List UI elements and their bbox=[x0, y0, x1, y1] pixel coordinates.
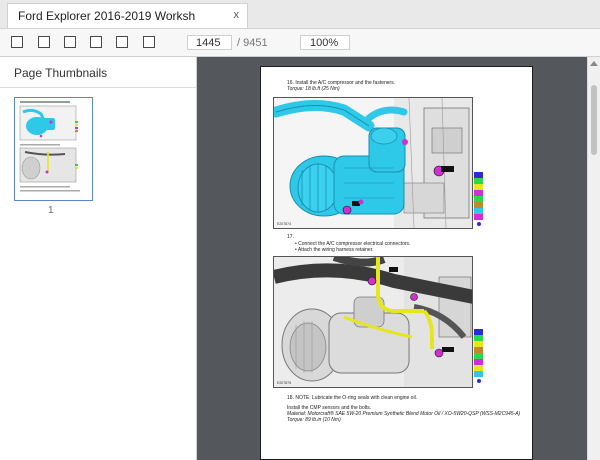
step17-bullet2-text: Attach the wiring harness retainer. bbox=[297, 247, 374, 253]
zoom-input[interactable] bbox=[300, 35, 350, 50]
page-number-input[interactable] bbox=[187, 35, 232, 50]
viewer-scrollbar[interactable] bbox=[587, 57, 600, 460]
step16-torque: Torque: 18 lb.ft (25 Nm) bbox=[287, 86, 340, 92]
figure2-legend bbox=[474, 329, 483, 383]
connector-illustration bbox=[274, 257, 472, 387]
figure1-id: E207874 bbox=[277, 222, 292, 226]
document-viewer[interactable]: 16. Install the A/C compressor and the f… bbox=[197, 57, 587, 460]
document-tab[interactable]: Ford Explorer 2016-2019 Worksh x bbox=[7, 3, 248, 28]
last-page-button[interactable] bbox=[116, 36, 128, 48]
document-page: 16. Install the A/C compressor and the f… bbox=[260, 66, 533, 460]
thumbnail-preview bbox=[15, 98, 92, 200]
first-page-button[interactable] bbox=[38, 36, 50, 48]
sidebar-divider bbox=[0, 87, 196, 88]
sidebar-title: Page Thumbnails bbox=[14, 66, 108, 80]
figure1-legend bbox=[474, 172, 483, 226]
thumbnail-sidebar: Page Thumbnails 1 bbox=[0, 57, 197, 460]
step18-note: 18. NOTE: Lubricate the O-ring seals wit… bbox=[287, 395, 418, 401]
thumbnail-number: 1 bbox=[48, 205, 54, 216]
scrollbar-thumb[interactable] bbox=[591, 85, 597, 155]
tab-close-button[interactable]: x bbox=[234, 9, 240, 21]
compressor-install-figure: E207874 bbox=[273, 97, 473, 229]
step17-number: 17. bbox=[287, 234, 294, 240]
connector-figure: E207875 bbox=[273, 256, 473, 388]
page-thumbnail[interactable] bbox=[14, 97, 93, 201]
tab-bar: Ford Explorer 2016-2019 Worksh x bbox=[0, 0, 600, 29]
figure2-id: E207875 bbox=[277, 381, 292, 385]
previous-page-button[interactable] bbox=[64, 36, 76, 48]
step17-bullet2: • Attach the wiring harness retainer. bbox=[295, 247, 374, 253]
tab-title[interactable]: Ford Explorer 2016-2019 Worksh bbox=[18, 9, 195, 23]
arrow-up-icon[interactable] bbox=[590, 61, 598, 66]
sidebar-toggle-button[interactable] bbox=[11, 36, 23, 48]
fit-page-button[interactable] bbox=[143, 36, 155, 48]
compressor-illustration bbox=[274, 98, 472, 228]
toolbar: / 9451 bbox=[0, 29, 600, 57]
page-total-label: / 9451 bbox=[237, 37, 268, 49]
step18-torque: Torque: 89 lb.in (10 Nm) bbox=[287, 417, 341, 423]
next-page-button[interactable] bbox=[90, 36, 102, 48]
